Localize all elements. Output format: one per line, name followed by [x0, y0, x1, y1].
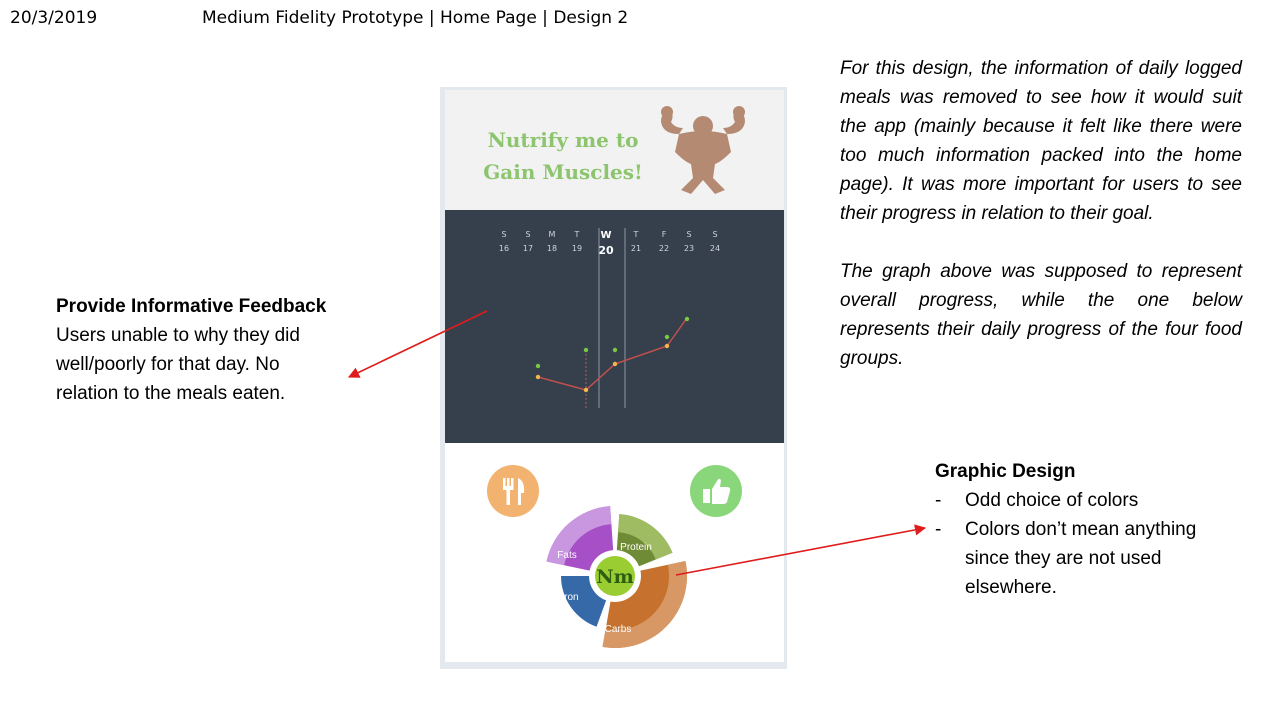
- bullet-text: Colors don’t mean anything since they ar…: [965, 519, 1197, 598]
- progress-line: [537, 317, 688, 391]
- feedback-annotation-title: Provide Informative Feedback: [56, 296, 327, 317]
- slide-date: 20/3/2019: [10, 8, 98, 28]
- logo-text: Nm: [596, 566, 633, 588]
- graphic-design-annotation: Graphic Design - Odd choice of colors - Co…: [935, 457, 1235, 602]
- bullet-item: - Odd choice of colors: [935, 490, 1139, 511]
- target-point: [535, 363, 541, 369]
- description-paragraph: For this design, the information of dail…: [840, 58, 1242, 224]
- carbs-label: Carbs: [605, 624, 632, 635]
- design-description: For this design, the information of dail…: [840, 54, 1242, 402]
- flexing-strongman-icon: [661, 106, 745, 194]
- target-point: [664, 334, 670, 340]
- food-group-section: Fats Protein Carbs Iron Nm: [445, 443, 784, 662]
- progress-point: [535, 374, 541, 380]
- bullet-text: Odd choice of colors: [965, 490, 1139, 511]
- phone-mockup: Nutrify me to Gain Muscles! S 16 S 17 M 18 T 19…: [440, 87, 787, 669]
- app-screen: Nutrify me to Gain Muscles! S 16 S 17 M 18 T 19…: [445, 90, 784, 662]
- thumbs-up-button[interactable]: [690, 465, 742, 517]
- iron-label: Iron: [561, 592, 578, 603]
- description-paragraph: The graph above was supposed to represen…: [840, 261, 1242, 369]
- app-title: Nutrify me to Gain Muscles!: [483, 128, 643, 184]
- app-header: Nutrify me to Gain Muscles!: [445, 90, 784, 210]
- progress-point: [664, 343, 670, 349]
- food-group-chart: Fats Protein Carbs Iron Nm: [546, 506, 687, 648]
- progress-graph-panel: S 16 S 17 M 18 T 19 W 20 T 21 F 22 S 23 S 24: [445, 210, 784, 443]
- target-point: [583, 347, 589, 353]
- feedback-annotation-body: Users unable to why they did well/poorly…: [56, 325, 300, 404]
- graphic-design-title: Graphic Design: [935, 461, 1076, 482]
- slide-title: Medium Fidelity Prototype | Home Page | …: [202, 8, 629, 28]
- thumbs-up-icon: [703, 478, 731, 504]
- fats-label: Fats: [557, 550, 576, 561]
- target-point: [684, 316, 690, 322]
- fork-knife-icon: [503, 478, 525, 505]
- feedback-annotation: Provide Informative Feedback Users unabl…: [56, 292, 346, 408]
- progress-line-chart: [535, 228, 690, 408]
- protein-label: Protein: [620, 542, 652, 553]
- progress-point: [583, 387, 589, 393]
- meal-button[interactable]: [487, 465, 539, 517]
- progress-point: [612, 361, 618, 367]
- bullet-item: - Colors don’t mean anything since they a…: [935, 519, 1197, 598]
- target-point: [612, 347, 618, 353]
